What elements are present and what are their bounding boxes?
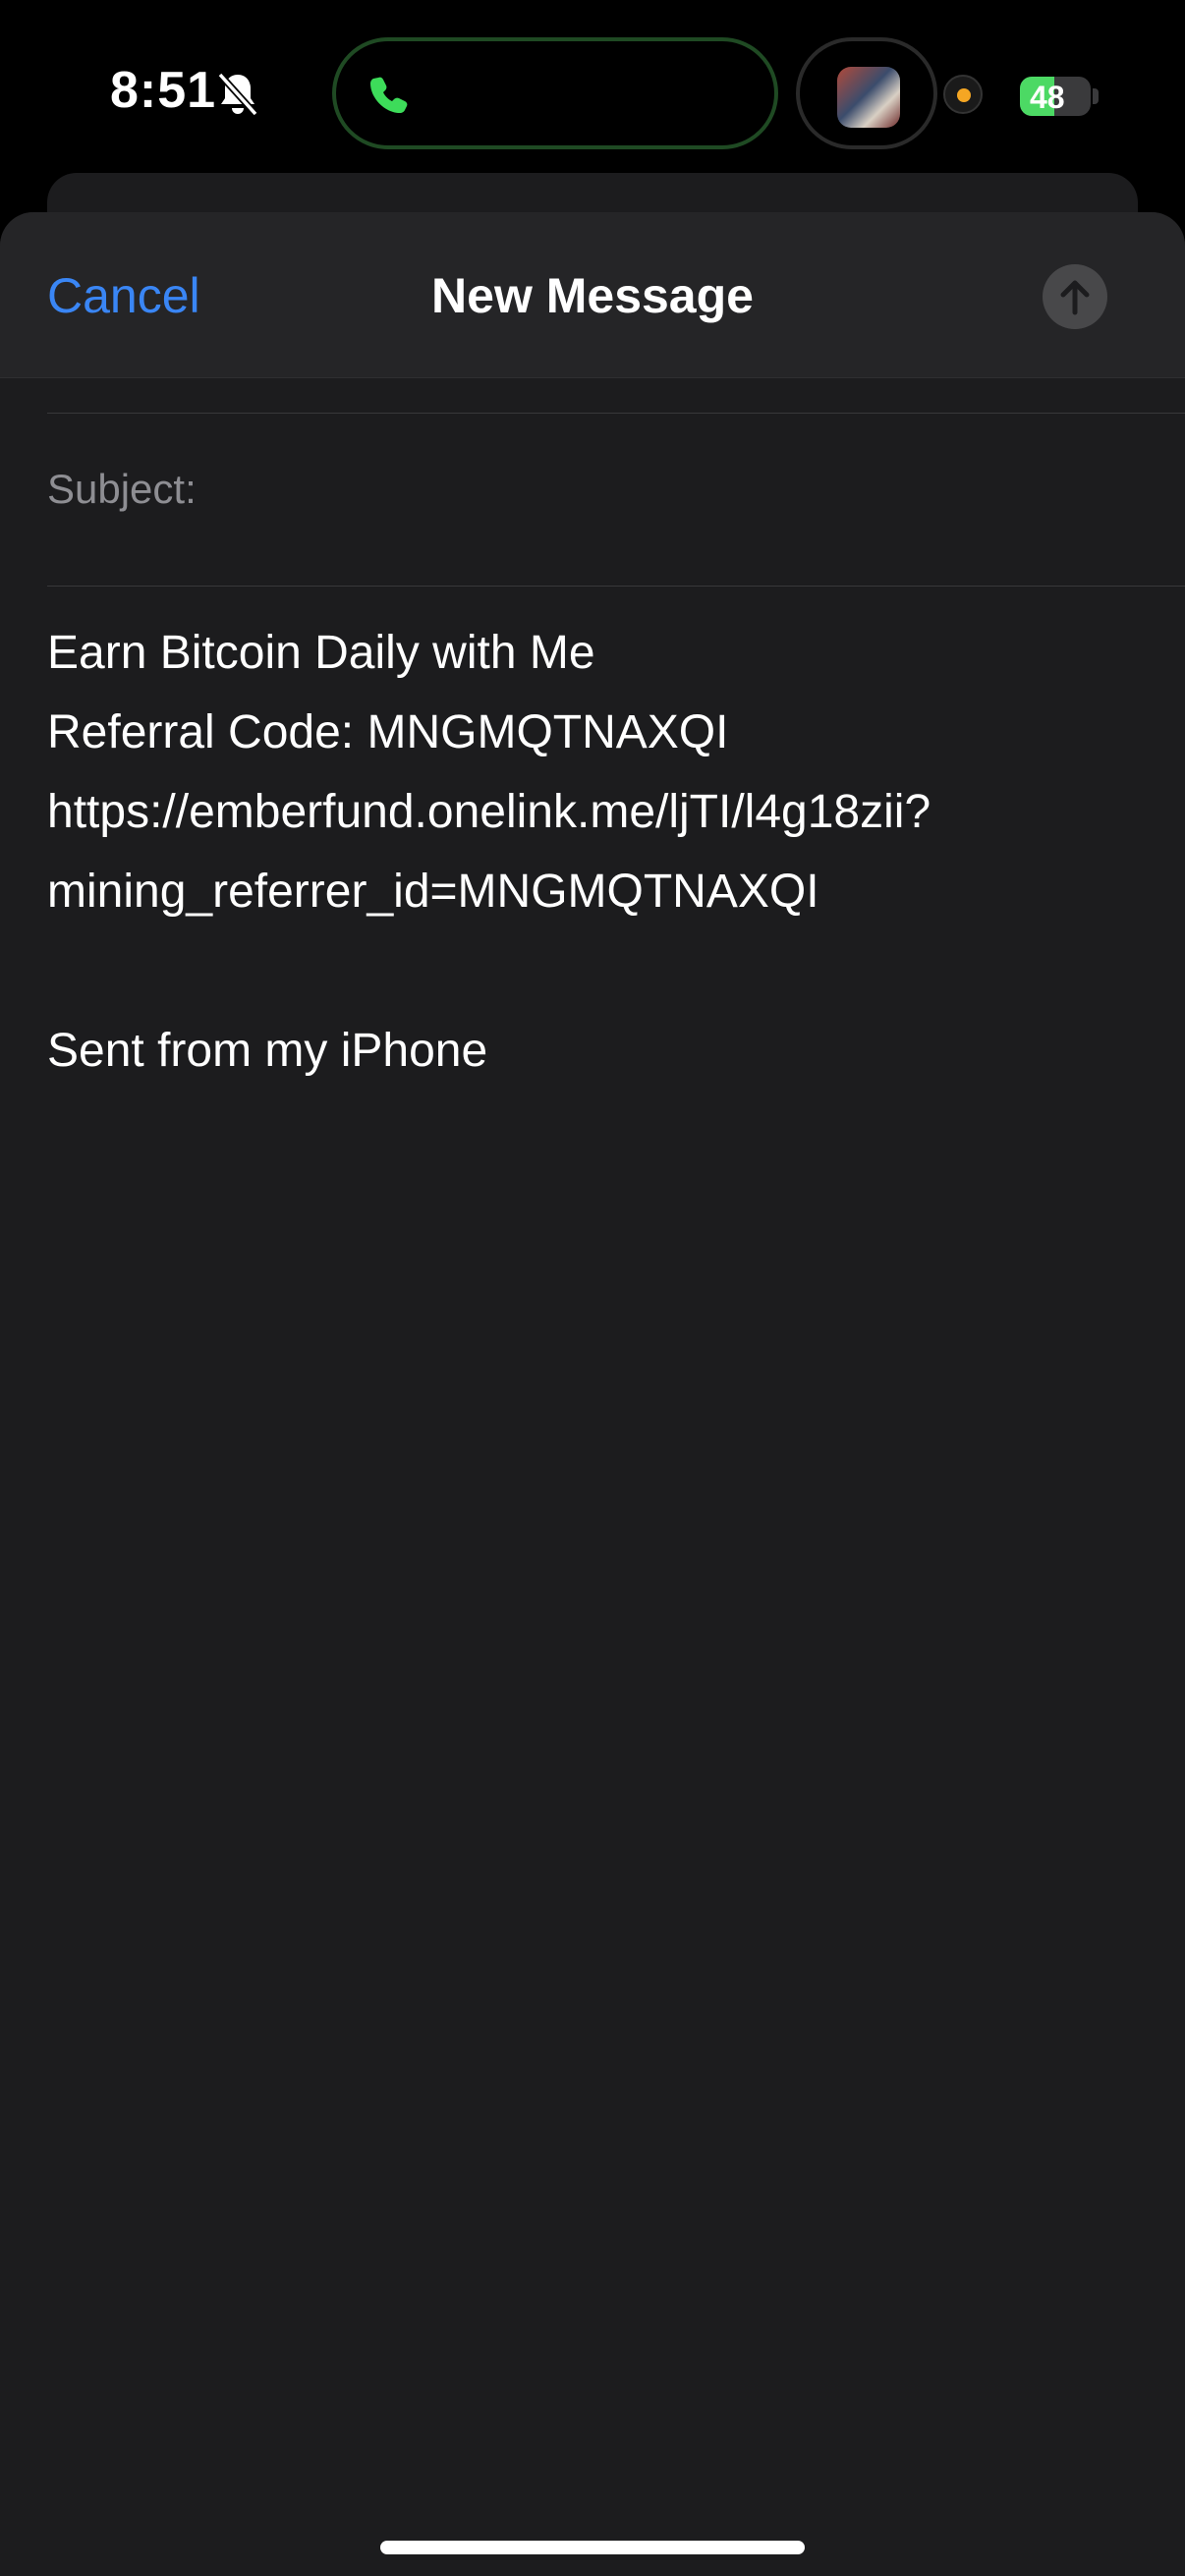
from-divider <box>47 413 1185 414</box>
arrow-up-icon <box>1060 280 1090 315</box>
bell-slash-icon <box>216 71 259 118</box>
body-line: Referral Code: MNGMQTNAXQI <box>47 706 729 758</box>
camera-indicator <box>943 75 983 114</box>
message-body[interactable]: Earn Bitcoin Daily with Me Referral Code… <box>47 613 1138 1091</box>
media-thumbnail <box>837 67 900 128</box>
compose-title: New Message <box>431 268 754 323</box>
body-line: Earn Bitcoin Daily with Me <box>47 627 595 679</box>
call-island[interactable] <box>332 37 778 149</box>
battery-level: 48 <box>1030 80 1065 115</box>
status-bar: 8:51 48 <box>0 0 1185 187</box>
referral-link[interactable]: https://emberfund.onelink.me/ljTI/l4g18z… <box>47 772 1138 852</box>
subject-divider <box>47 586 1185 587</box>
now-playing-island[interactable] <box>796 37 937 149</box>
compose-sheet: Cancel New Message Subject: Earn Bitcoin… <box>0 212 1185 2576</box>
recording-dot-icon <box>957 88 971 102</box>
battery-charging-icon: 48 <box>1020 77 1091 116</box>
phone-icon <box>369 75 409 114</box>
referral-link[interactable]: mining_referrer_id=MNGMQTNAXQI <box>47 852 1138 931</box>
status-time: 8:51 <box>110 62 217 119</box>
subject-field[interactable]: Subject: <box>47 466 197 513</box>
signature: Sent from my iPhone <box>47 1025 488 1077</box>
send-button[interactable] <box>1043 264 1107 329</box>
battery-cap <box>1093 88 1099 104</box>
compose-nav-bar: Cancel New Message <box>0 212 1185 378</box>
home-indicator[interactable] <box>380 2541 805 2554</box>
